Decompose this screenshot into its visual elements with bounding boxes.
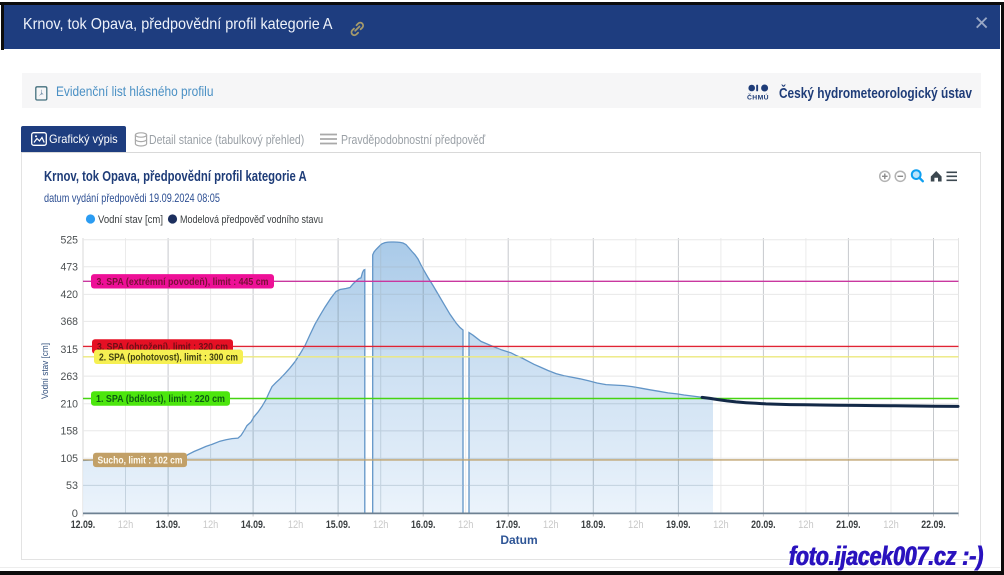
svg-text:ČHMÚ: ČHMÚ [747,92,769,101]
